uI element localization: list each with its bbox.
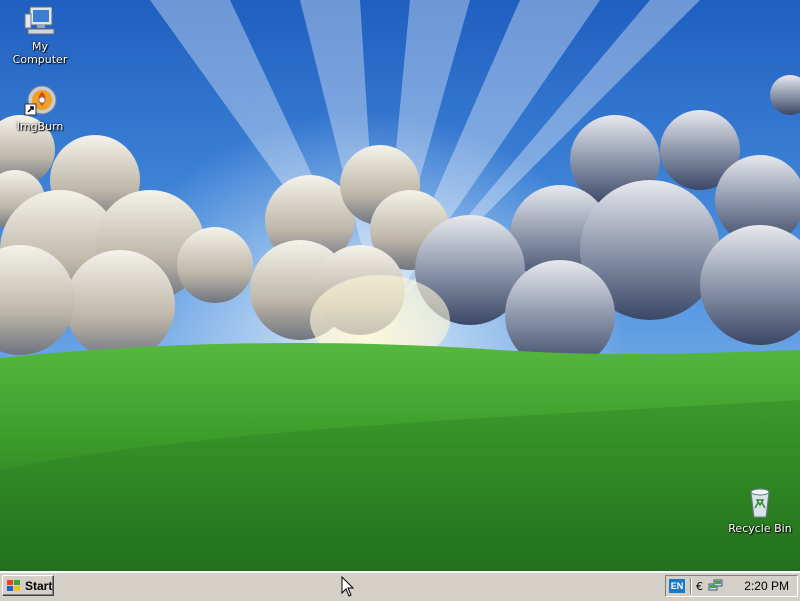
wallpaper (0, 0, 800, 571)
start-button[interactable]: Start (2, 575, 54, 596)
recycle-bin-icon (750, 488, 770, 518)
clock[interactable]: 2:20 PM (744, 579, 789, 593)
network-icon[interactable] (708, 578, 724, 594)
taskbar: Start EN € 2:20 PM (0, 571, 800, 601)
imgburn-icon (24, 85, 57, 116)
windows-logo-icon (7, 579, 20, 591)
desktop-icon-label: Recycle Bin (728, 522, 792, 535)
desktop[interactable]: My Computer ImgBurn Recycle Bin (0, 0, 800, 571)
desktop-icon-recycle-bin[interactable]: Recycle Bin (724, 486, 796, 535)
start-button-label: Start (25, 578, 53, 593)
tray-small-icon[interactable]: € (696, 580, 706, 593)
desktop-icon-my-computer[interactable]: My Computer (4, 4, 76, 66)
tray-separator (690, 578, 691, 594)
desktop-icon-label: My Computer (12, 40, 68, 66)
desktop-icon-label: ImgBurn (16, 120, 64, 133)
language-indicator[interactable]: EN (669, 579, 685, 593)
my-computer-icon (24, 6, 55, 35)
system-tray: EN € 2:20 PM (665, 575, 798, 597)
mouse-cursor-icon (341, 576, 355, 597)
desktop-icon-imgburn[interactable]: ImgBurn (4, 84, 76, 133)
